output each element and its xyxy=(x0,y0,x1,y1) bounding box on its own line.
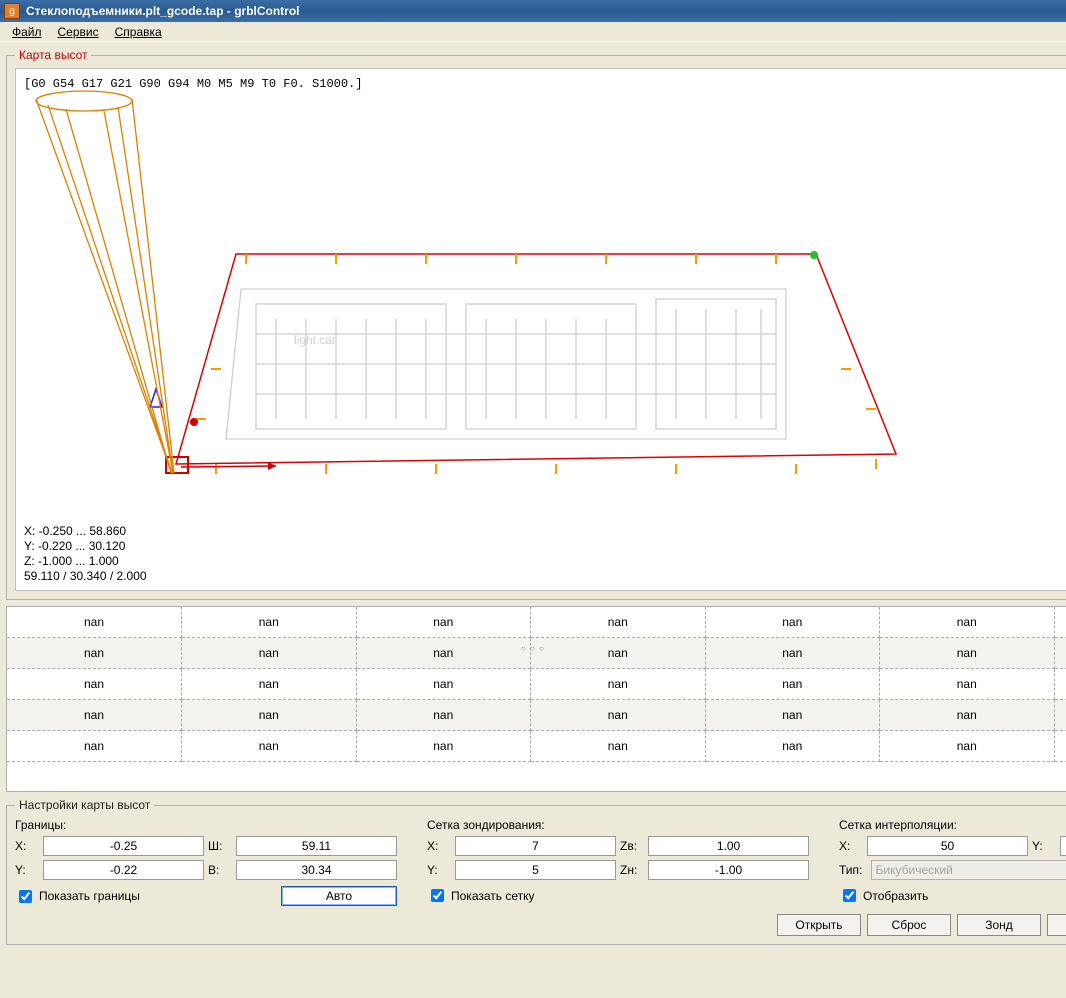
heightmap-legend: Карта высот xyxy=(15,48,91,62)
hm-cell[interactable]: nan xyxy=(356,638,531,669)
probe-zt-input[interactable] xyxy=(648,836,809,856)
menu-help[interactable]: Справка xyxy=(107,23,170,41)
hm-cell[interactable]: nan xyxy=(531,731,706,762)
hm-cell[interactable]: nan xyxy=(880,669,1055,700)
probe-x-input[interactable] xyxy=(455,836,616,856)
bounds-show-checkbox[interactable] xyxy=(19,890,32,903)
hm-cell[interactable]: nan xyxy=(182,669,357,700)
probe-show-checkbox[interactable] xyxy=(431,889,444,902)
interp-y-label: Y: xyxy=(1032,839,1056,853)
hm-cell[interactable]: nan xyxy=(1054,700,1066,731)
hm-cell[interactable]: nan xyxy=(1054,607,1066,638)
hm-cell[interactable]: nan xyxy=(1054,731,1066,762)
bounds-h-label: В: xyxy=(208,863,232,877)
hm-cell[interactable]: nan xyxy=(7,731,182,762)
hm-cell[interactable]: nan xyxy=(7,669,182,700)
hm-cell[interactable]: nan xyxy=(7,638,182,669)
bounds-h-input[interactable] xyxy=(236,860,397,880)
svg-text:light.car: light.car xyxy=(294,333,336,347)
bounds-x-label: X: xyxy=(15,839,39,853)
hm-cell[interactable]: nan xyxy=(531,638,706,669)
toolpath-svg: light.car xyxy=(16,69,1022,592)
hm-cell[interactable]: nan xyxy=(356,700,531,731)
probe-zb-label: Zн: xyxy=(620,863,644,877)
hm-cell[interactable]: nan xyxy=(705,731,880,762)
heightmap-table[interactable]: nannannannannannannannannannannannannann… xyxy=(6,606,1066,792)
bounds-w-input[interactable] xyxy=(236,836,397,856)
hm-cell[interactable]: nan xyxy=(531,607,706,638)
viewport-stats-left: X: -0.250 ... 58.860 Y: -0.220 ... 30.12… xyxy=(24,524,147,584)
bounds-header: Границы: xyxy=(15,818,397,832)
interp-show-label: Отобразить xyxy=(863,889,928,903)
probe-zb-input[interactable] xyxy=(648,860,809,880)
hm-cell[interactable]: nan xyxy=(182,607,357,638)
hm-reset-button[interactable]: Сброс xyxy=(867,914,951,936)
hm-cell[interactable]: nan xyxy=(182,731,357,762)
hm-cell[interactable]: nan xyxy=(705,607,880,638)
titlebar: g Стеклоподъемники.plt_gcode.tap - grblC… xyxy=(0,0,1066,22)
hm-pause-button[interactable]: Пауза xyxy=(1047,914,1066,936)
hm-cell[interactable]: nan xyxy=(705,669,880,700)
interp-type-label: Тип: xyxy=(839,863,867,877)
interp-type-select[interactable]: Бикубический xyxy=(871,860,1066,880)
hm-cell[interactable]: nan xyxy=(182,638,357,669)
menubar: Файл Сервис Справка xyxy=(0,22,1066,42)
hm-cell[interactable]: nan xyxy=(705,638,880,669)
hm-probe-button[interactable]: Зонд xyxy=(957,914,1041,936)
hm-cell[interactable]: nan xyxy=(880,638,1055,669)
splitter-handle[interactable]: ○ ○ ○ xyxy=(521,644,545,653)
heightmap-viewport-group: Карта высот [G0 G54 G17 G21 G90 G94 M0 M… xyxy=(6,48,1066,600)
interp-y-input[interactable] xyxy=(1060,836,1066,856)
hm-cell[interactable]: nan xyxy=(356,607,531,638)
probe-y-label: Y: xyxy=(427,863,451,877)
bounds-y-input[interactable] xyxy=(43,860,204,880)
heightmap-settings-group: Настройки карты высот Границы: X: Ш: Y: … xyxy=(6,798,1066,945)
window-title: Стеклоподъемники.plt_gcode.tap - grblCon… xyxy=(26,4,1062,18)
hm-cell[interactable]: nan xyxy=(1054,638,1066,669)
hm-cell[interactable]: nan xyxy=(531,669,706,700)
bounds-auto-button[interactable]: Авто xyxy=(281,886,397,906)
bounds-x-input[interactable] xyxy=(43,836,204,856)
hm-cell[interactable]: nan xyxy=(1054,669,1066,700)
heightmap-settings-legend: Настройки карты высот xyxy=(15,798,154,812)
probe-show-label: Показать сетку xyxy=(451,889,535,903)
hm-cell[interactable]: nan xyxy=(880,731,1055,762)
hm-cell[interactable]: nan xyxy=(356,669,531,700)
probe-zt-label: Zв: xyxy=(620,839,644,853)
hm-cell[interactable]: nan xyxy=(880,700,1055,731)
app-icon: g xyxy=(4,3,20,19)
probe-x-label: X: xyxy=(427,839,451,853)
probe-header: Сетка зондирования: xyxy=(427,818,809,832)
hm-cell[interactable]: nan xyxy=(356,731,531,762)
hm-open-button[interactable]: Открыть xyxy=(777,914,861,936)
interp-x-input[interactable] xyxy=(867,836,1028,856)
hm-cell[interactable]: nan xyxy=(880,607,1055,638)
hm-cell[interactable]: nan xyxy=(7,607,182,638)
interp-header: Сетка интерполяции: xyxy=(839,818,1066,832)
viewport-3d[interactable]: [G0 G54 G17 G21 G90 G94 M0 M5 M9 T0 F0. … xyxy=(15,68,1066,591)
hm-cell[interactable]: nan xyxy=(705,700,880,731)
bounds-show-label: Показать границы xyxy=(39,889,140,903)
bounds-y-label: Y: xyxy=(15,863,39,877)
bounds-w-label: Ш: xyxy=(208,839,232,853)
interp-show-checkbox[interactable] xyxy=(843,889,856,902)
hm-cell[interactable]: nan xyxy=(7,700,182,731)
hm-cell[interactable]: nan xyxy=(182,700,357,731)
menu-service[interactable]: Сервис xyxy=(50,23,107,41)
hm-cell[interactable]: nan xyxy=(531,700,706,731)
interp-x-label: X: xyxy=(839,839,863,853)
probe-y-input[interactable] xyxy=(455,860,616,880)
menu-file[interactable]: Файл xyxy=(4,23,50,41)
